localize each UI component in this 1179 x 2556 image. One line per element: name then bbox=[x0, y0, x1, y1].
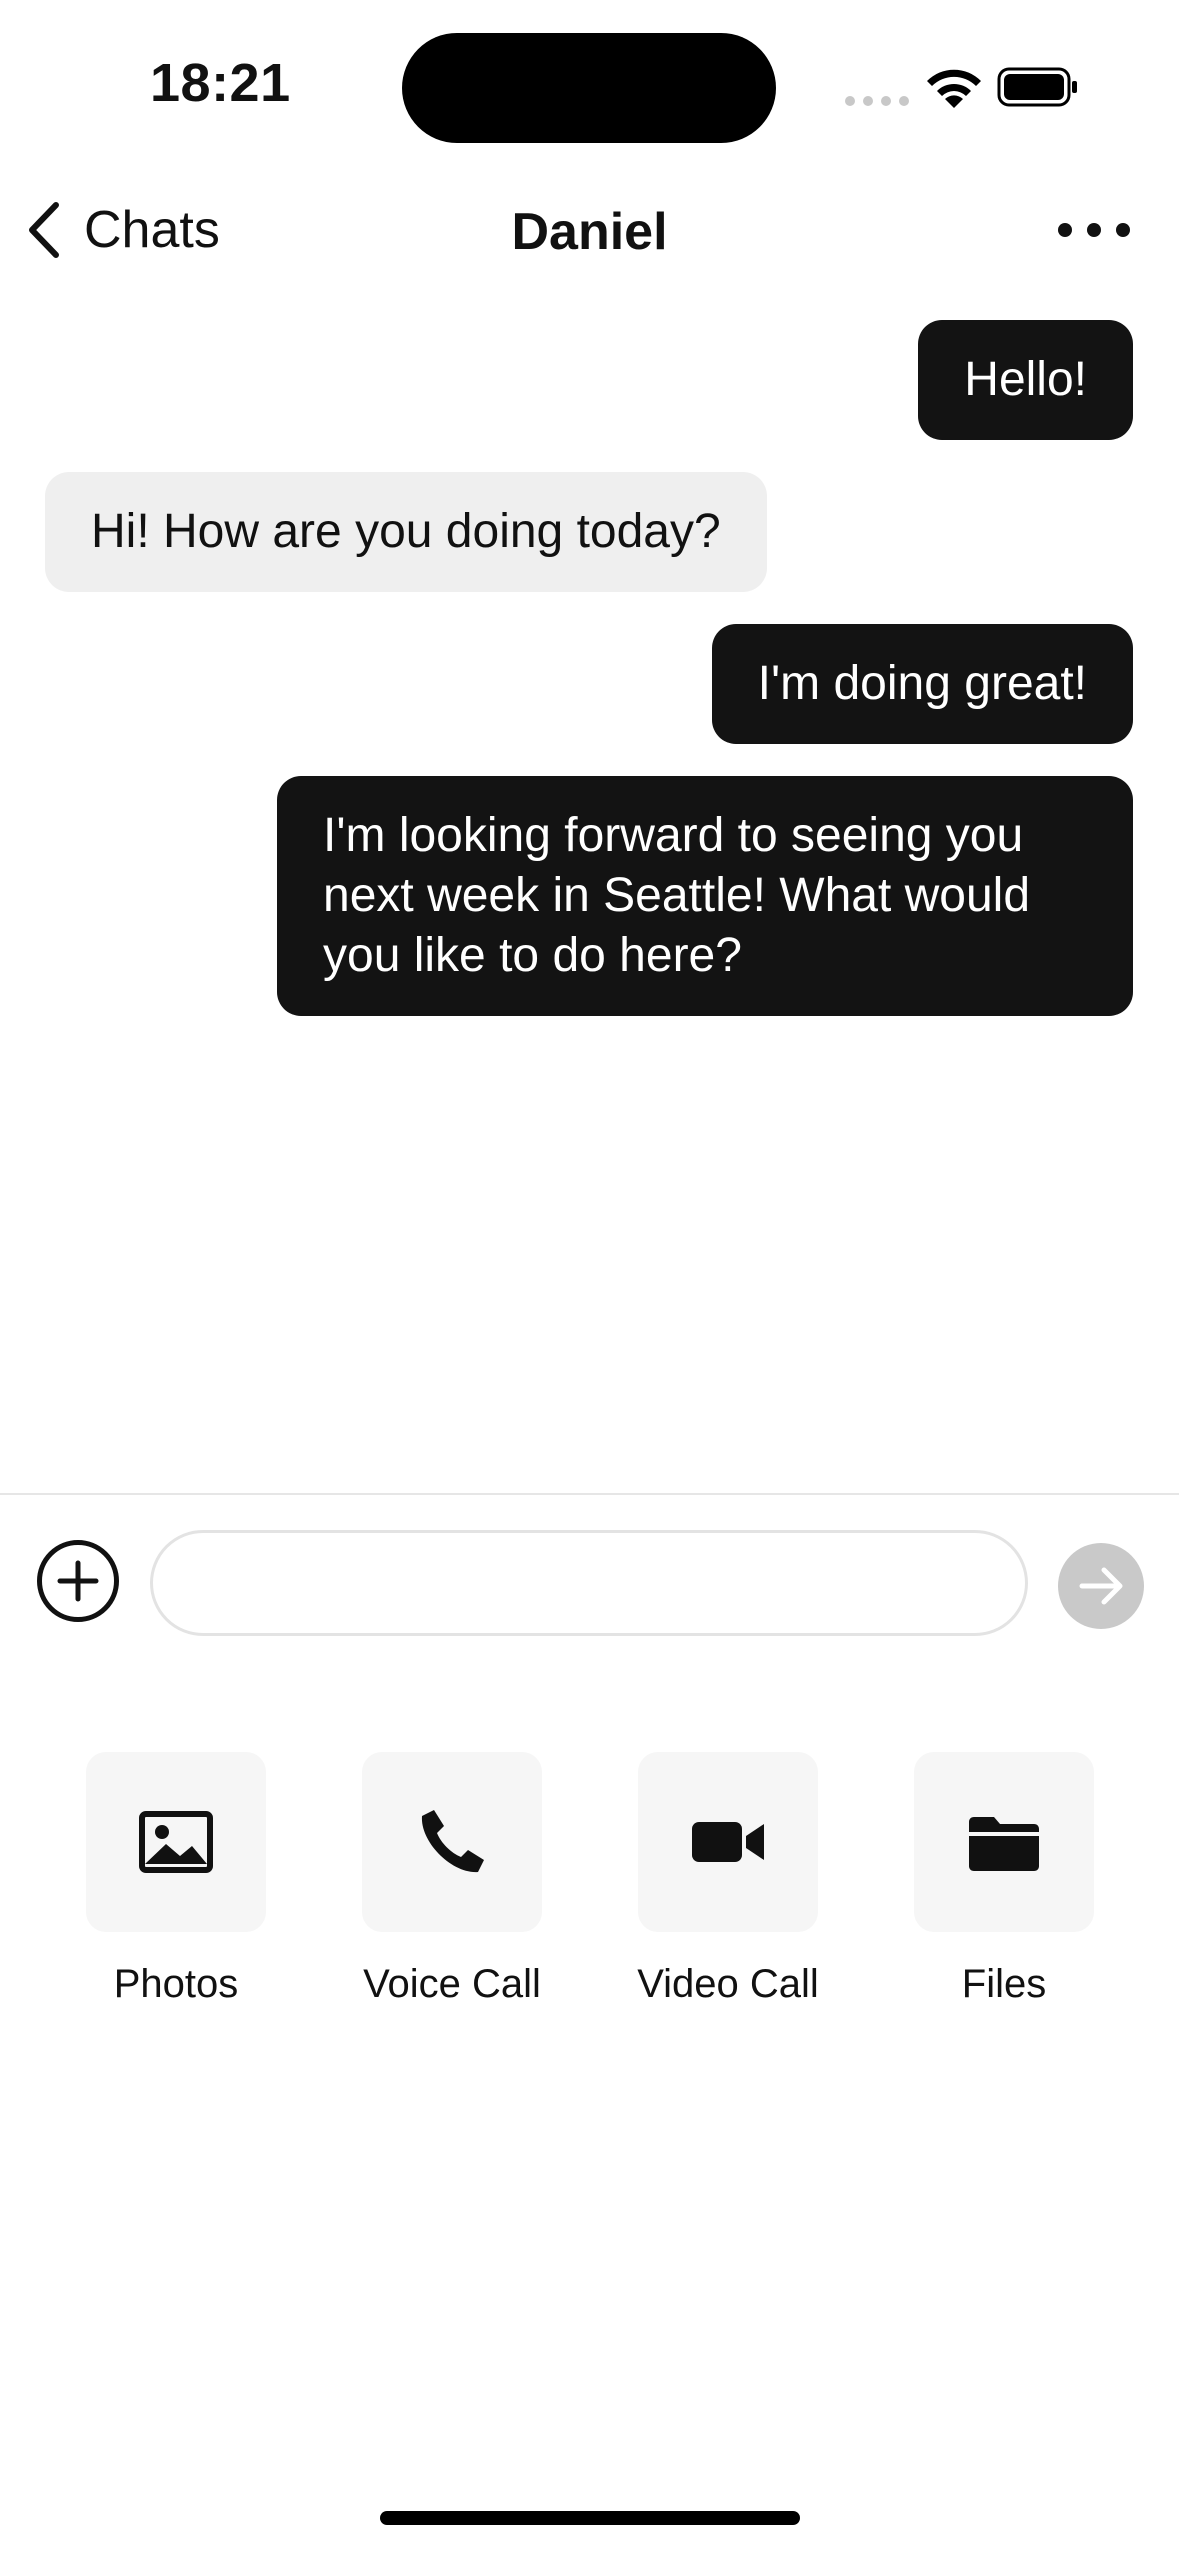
video-camera-icon bbox=[692, 1822, 764, 1862]
phone-icon bbox=[421, 1810, 484, 1873]
message-composer bbox=[0, 1495, 1179, 1675]
attach-voice-call-button[interactable]: Voice Call bbox=[352, 1752, 552, 2007]
nav-bar: Chats Daniel bbox=[0, 180, 1179, 280]
attachment-options: Photos Voice Call Video Call Files bbox=[0, 1752, 1179, 2012]
status-time: 18:21 bbox=[150, 53, 291, 113]
attach-tile bbox=[362, 1752, 542, 1932]
attach-photos-button[interactable]: Photos bbox=[76, 1752, 276, 2007]
status-bar: 18:21 bbox=[0, 0, 1179, 175]
attach-label: Video Call bbox=[637, 1962, 819, 2006]
arrow-right-icon bbox=[1079, 1567, 1123, 1605]
dynamic-island bbox=[402, 33, 776, 143]
attach-video-call-button[interactable]: Video Call bbox=[628, 1752, 828, 2007]
attach-tile bbox=[638, 1752, 818, 1932]
attach-label: Photos bbox=[113, 1962, 239, 2006]
chat-title: Daniel bbox=[511, 203, 668, 261]
chat-screen: 18:21 Chats Daniel Hello! Hi! How are yo… bbox=[0, 0, 1179, 2556]
message-input[interactable] bbox=[150, 1530, 1028, 1636]
attach-tile bbox=[914, 1752, 1094, 1932]
more-options-button[interactable] bbox=[1058, 210, 1130, 250]
home-indicator[interactable] bbox=[380, 2511, 800, 2525]
message-bubble-incoming[interactable]: Hi! How are you doing today? bbox=[45, 472, 767, 592]
folder-icon bbox=[969, 1817, 1039, 1871]
message-bubble-outgoing[interactable]: I'm doing great! bbox=[711, 624, 1133, 744]
attach-label: Files bbox=[961, 1962, 1047, 2006]
attach-files-button[interactable]: Files bbox=[904, 1752, 1104, 2007]
wifi-icon bbox=[927, 69, 981, 108]
add-attachment-button[interactable] bbox=[37, 1540, 119, 1622]
plus-circle-icon bbox=[57, 1560, 99, 1602]
battery-icon bbox=[997, 67, 1077, 107]
send-button[interactable] bbox=[1058, 1543, 1144, 1629]
message-bubble-outgoing[interactable]: I'm looking forward to seeing you next w… bbox=[277, 776, 1133, 1016]
cellular-signal-icon bbox=[845, 96, 909, 106]
photo-icon bbox=[139, 1811, 213, 1873]
message-bubble-outgoing[interactable]: Hello! bbox=[918, 320, 1133, 440]
ellipsis-icon bbox=[1058, 223, 1072, 237]
attach-tile bbox=[86, 1752, 266, 1932]
attach-label: Voice Call bbox=[363, 1962, 541, 2006]
